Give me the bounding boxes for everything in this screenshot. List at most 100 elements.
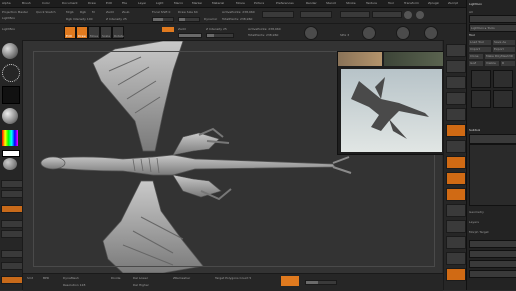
menu-item[interactable]: Brush (22, 1, 31, 5)
frame-button[interactable] (446, 204, 466, 217)
spix-button[interactable] (446, 60, 466, 73)
tray-button[interactable] (469, 250, 516, 258)
menu-icon[interactable] (404, 11, 412, 19)
menu-item[interactable]: Zplugin (428, 1, 439, 5)
focal-group[interactable] (372, 11, 402, 18)
bpr-button-bottom[interactable]: BPR (43, 276, 49, 280)
menu-item[interactable]: Layer (138, 1, 146, 5)
zadd-zsub-group[interactable] (262, 11, 294, 18)
subtool-label[interactable]: Subtool (469, 128, 480, 132)
draw-size-group[interactable] (340, 11, 370, 18)
tool-thumbnail[interactable] (493, 90, 513, 108)
material-icon[interactable] (3, 158, 17, 170)
floor-button[interactable] (446, 140, 466, 153)
draw-size-track[interactable] (178, 17, 200, 22)
menu-item[interactable]: Stroke (346, 1, 356, 5)
visible-button[interactable]: Visible (485, 61, 499, 66)
spix-label[interactable]: SPix 3 (340, 33, 349, 37)
z-intensity-track[interactable] (206, 33, 234, 38)
z-intensity-slider[interactable]: Z Intensity 25 (106, 17, 127, 21)
bottom-slider[interactable] (305, 280, 337, 285)
tool-thumbnail[interactable] (493, 70, 513, 88)
tray-button[interactable] (469, 240, 516, 248)
rotate-view-button[interactable] (446, 252, 466, 265)
menu-item[interactable]: Preferences (276, 1, 294, 5)
scale-button[interactable]: Scale (100, 26, 112, 39)
reference-thumbnail[interactable] (338, 52, 382, 66)
left-shelf-button[interactable] (1, 262, 23, 270)
move-button[interactable]: Move (88, 26, 100, 39)
rotate-button[interactable]: Rotate (112, 26, 124, 39)
reference-thumbnail[interactable] (384, 52, 445, 66)
local-icon[interactable] (396, 26, 410, 40)
active-mode-button[interactable] (281, 276, 299, 286)
left-shelf-button-active[interactable] (1, 205, 23, 213)
menu-item[interactable]: Material (212, 1, 224, 5)
mrgb-button[interactable]: Mrgb (66, 10, 74, 14)
zoom-button[interactable] (446, 92, 466, 105)
lightbox-tools-button[interactable]: Lightbox ▸ Tools (469, 24, 516, 32)
menu-item[interactable]: Draw (88, 1, 96, 5)
left-shelf-button[interactable] (1, 180, 23, 188)
left-shelf-button[interactable] (1, 230, 23, 238)
menu-item[interactable]: Document (62, 1, 78, 5)
layers-label[interactable]: Layers (469, 220, 479, 224)
left-shelf-button[interactable] (1, 220, 23, 228)
xyz-button[interactable] (446, 188, 466, 201)
settings-icon[interactable] (416, 11, 424, 19)
del-higher-button[interactable]: Del Higher (133, 283, 149, 287)
focal-shift-slider[interactable]: Focal Shift 0 (152, 10, 170, 14)
mrgb-mode-button[interactable] (162, 27, 174, 32)
menu-item[interactable]: Color (42, 1, 50, 5)
save-as-button[interactable]: Save As (493, 40, 515, 45)
bpr-render-icon[interactable] (304, 26, 318, 40)
rgb-intensity-slider[interactable]: Rgb Intensity 100 (66, 17, 93, 21)
tool-thumbnail[interactable] (471, 90, 491, 108)
tool-thumbnail[interactable] (471, 70, 491, 88)
actual-button[interactable] (446, 108, 466, 121)
menu-item[interactable]: Alpha (2, 1, 11, 5)
stroke-icon[interactable] (2, 64, 20, 82)
zadd-button[interactable]: Zadd (106, 10, 114, 14)
menu-item[interactable]: Marker (192, 1, 202, 5)
tray-button[interactable] (469, 270, 516, 278)
draw-button[interactable]: Draw (76, 26, 88, 39)
quick-sketch-button[interactable]: Quick Sketch (36, 10, 56, 14)
floor-icon[interactable] (362, 26, 376, 40)
menu-item[interactable]: Render (306, 1, 317, 5)
zadd-label[interactable]: Zadd (178, 27, 186, 31)
menu-item[interactable]: Texture (366, 1, 377, 5)
subtool-list[interactable] (469, 144, 516, 206)
menu-item[interactable]: Picture (254, 1, 264, 5)
xyz-icon[interactable] (424, 26, 438, 40)
tool-section-label[interactable]: Tool (469, 33, 475, 37)
load-tool-button[interactable]: Load Tool (469, 40, 491, 45)
main-color-swatch[interactable] (2, 150, 20, 157)
menu-item[interactable]: Light (156, 1, 164, 5)
projection-master-button[interactable]: Projection Master (2, 10, 28, 14)
make-polymesh-button[interactable]: Make PolyMesh3D (485, 54, 515, 59)
menu-item[interactable]: Stencil (326, 1, 336, 5)
z-intensity-group[interactable] (300, 11, 332, 18)
dynamic-button[interactable]: Dynamic (204, 17, 217, 21)
move-view-button[interactable] (446, 220, 466, 233)
bpr-button[interactable] (446, 44, 466, 57)
texture-icon[interactable] (2, 108, 18, 124)
lightbox-label[interactable]: LightBox (2, 27, 15, 31)
r-button[interactable]: R (501, 61, 515, 66)
clone-button[interactable]: Clone (469, 54, 483, 59)
rgb-intensity-track[interactable] (178, 33, 202, 38)
subtool-item[interactable] (469, 134, 516, 144)
del-lower-button[interactable]: Del Lower (133, 276, 148, 280)
menu-item[interactable]: Macro (174, 1, 183, 5)
menu-item[interactable]: Movie (236, 1, 245, 5)
geometry-label[interactable]: Geometry (469, 210, 484, 214)
smt-button[interactable]: Smt (27, 276, 33, 280)
alpha-icon[interactable] (2, 86, 20, 104)
tray-item[interactable]: All (469, 10, 473, 14)
tray-bar[interactable] (469, 15, 516, 23)
goz-button[interactable]: GoZ (469, 61, 483, 66)
color-picker-icon[interactable] (2, 130, 18, 146)
scroll-button[interactable] (446, 76, 466, 89)
focal-shift-track[interactable] (152, 17, 174, 22)
